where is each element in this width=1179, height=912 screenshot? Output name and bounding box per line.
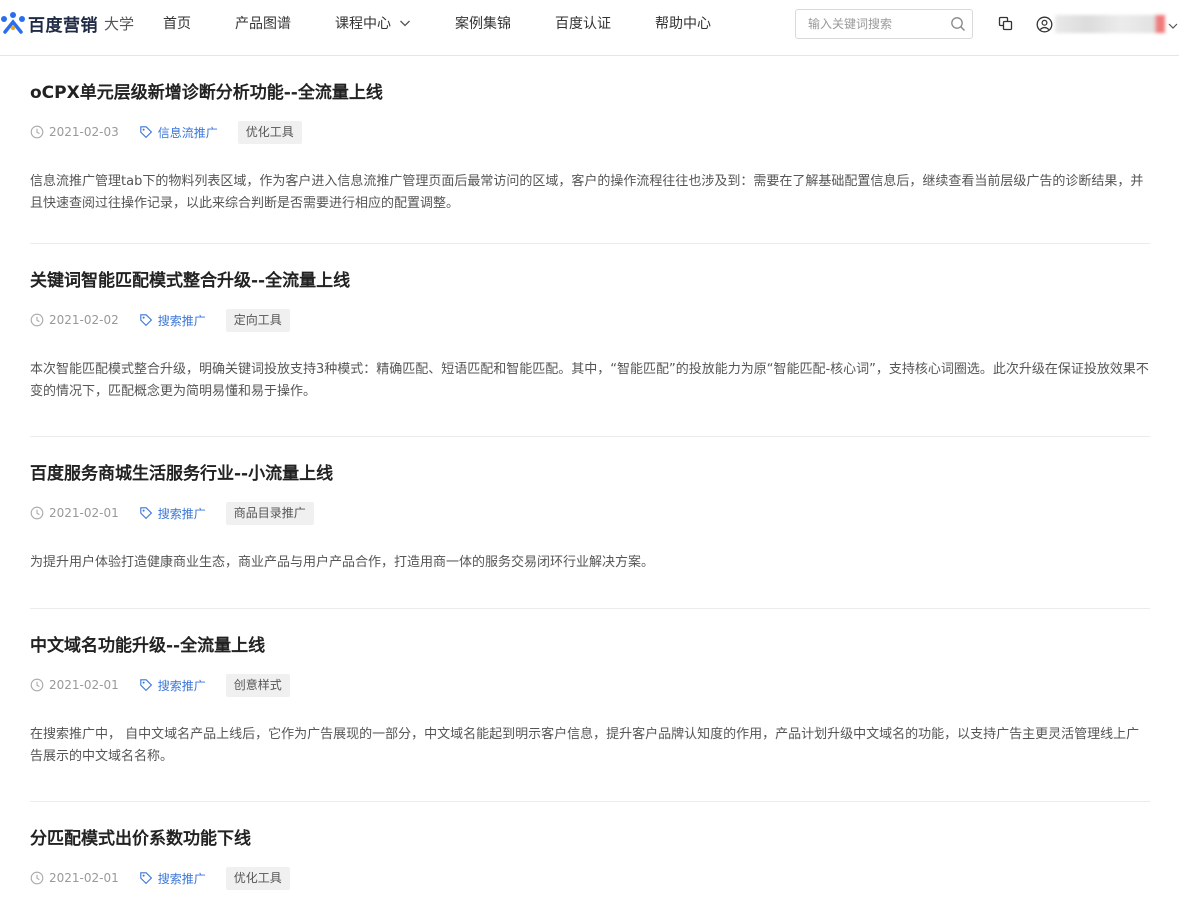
- nav-item-home[interactable]: 首页: [163, 13, 191, 33]
- article-category[interactable]: 搜索推广: [158, 677, 206, 694]
- chevron-down-icon[interactable]: [1168, 21, 1178, 31]
- article-list: oCPX单元层级新增诊断分析功能--全流量上线 2021-02-03 信息流推广…: [30, 56, 1150, 912]
- article-tag: 优化工具: [225, 866, 290, 890]
- nav-item-cases[interactable]: 案例集锦: [455, 13, 511, 33]
- clock-icon: [30, 313, 44, 327]
- article-category[interactable]: 信息流推广: [158, 124, 218, 141]
- article-date: 2021-02-01: [49, 506, 119, 520]
- site-logo[interactable]: 百度营销 大学: [0, 10, 134, 36]
- article-category[interactable]: 搜索推广: [158, 312, 206, 329]
- search-input[interactable]: [796, 10, 958, 38]
- nav-item-label: 产品图谱: [235, 16, 291, 32]
- main-nav: 首页 产品图谱 课程中心 案例集锦 百度认证 帮助中心: [163, 0, 755, 46]
- nav-item-course-center[interactable]: 课程中心: [335, 13, 411, 33]
- nav-item-label: 百度认证: [555, 16, 611, 32]
- tag-icon: [140, 507, 152, 520]
- search-box: [795, 9, 973, 39]
- nav-item-certification[interactable]: 百度认证: [555, 13, 611, 33]
- tag-icon: [140, 679, 152, 692]
- clock-icon: [30, 678, 44, 692]
- article-title[interactable]: 关键词智能匹配模式整合升级--全流量上线: [30, 270, 350, 292]
- article-item: 百度服务商城生活服务行业--小流量上线 2021-02-01 搜索推广 商品目录…: [30, 437, 1150, 609]
- nav-item-label: 课程中心: [335, 16, 391, 32]
- nav-item-label: 帮助中心: [655, 16, 711, 32]
- article-summary: 在搜索推广中， 自中文域名产品上线后，它作为广告展现的一部分，中文域名能起到明示…: [30, 727, 1140, 764]
- article-meta: 2021-02-03 信息流推广 优化工具: [30, 120, 302, 144]
- tag-icon: [140, 872, 152, 885]
- chevron-down-icon: [400, 20, 410, 27]
- article-date: 2021-02-01: [49, 871, 119, 885]
- article-title[interactable]: 中文域名功能升级--全流量上线: [30, 635, 265, 657]
- nav-item-label: 首页: [163, 16, 191, 32]
- article-item: 关键词智能匹配模式整合升级--全流量上线 2021-02-02 搜索推广 定向工…: [30, 244, 1150, 437]
- article-tag: 定向工具: [225, 308, 290, 332]
- clock-icon: [30, 125, 44, 139]
- clock-icon: [30, 871, 44, 885]
- search-icon[interactable]: [950, 16, 966, 32]
- logo-text: 百度营销: [28, 15, 98, 36]
- article-tag: 创意样式: [225, 673, 290, 697]
- article-title[interactable]: 分匹配模式出价系数功能下线: [30, 828, 251, 850]
- article-title[interactable]: 百度服务商城生活服务行业--小流量上线: [30, 463, 333, 485]
- article-meta: 2021-02-02 搜索推广 定向工具: [30, 308, 290, 332]
- article-tag: 商品目录推广: [225, 501, 314, 525]
- copy-icon[interactable]: [997, 15, 1014, 32]
- user-avatar-icon[interactable]: [1036, 16, 1053, 33]
- article-item: 分匹配模式出价系数功能下线 2021-02-01 搜索推广 优化工具: [30, 802, 1150, 912]
- tag-icon: [140, 314, 152, 327]
- article-title[interactable]: oCPX单元层级新增诊断分析功能--全流量上线: [30, 82, 383, 104]
- article-summary: 信息流推广管理tab下的物料列表区域，作为客户进入信息流推广管理页面后最常访问的…: [30, 174, 1144, 211]
- logo-subtitle: 大学: [104, 14, 135, 33]
- article-summary: 为提升用户体验打造健康商业生态，商业产品与用户产品合作，打造用商一体的服务交易闭…: [30, 555, 655, 570]
- nav-item-label: 案例集锦: [455, 16, 511, 32]
- article-item: 中文域名功能升级--全流量上线 2021-02-01 搜索推广 创意样式 在搜索…: [30, 609, 1150, 802]
- article-meta: 2021-02-01 搜索推广 优化工具: [30, 866, 290, 890]
- tag-icon: [140, 126, 152, 139]
- article-item: oCPX单元层级新增诊断分析功能--全流量上线 2021-02-03 信息流推广…: [30, 56, 1150, 244]
- baidu-logo-icon: [1, 12, 25, 34]
- user-name-blurred[interactable]: [1055, 15, 1165, 33]
- article-date: 2021-02-01: [49, 678, 119, 692]
- article-category[interactable]: 搜索推广: [158, 505, 206, 522]
- article-summary: 本次智能匹配模式整合升级，明确关键词投放支持3种模式：精确匹配、短语匹配和智能匹…: [30, 362, 1149, 399]
- article-date: 2021-02-03: [49, 125, 119, 139]
- nav-item-help-center[interactable]: 帮助中心: [655, 13, 711, 33]
- article-category[interactable]: 搜索推广: [158, 870, 206, 887]
- article-tag: 优化工具: [237, 120, 302, 144]
- clock-icon: [30, 506, 44, 520]
- nav-item-product-map[interactable]: 产品图谱: [235, 13, 291, 33]
- article-meta: 2021-02-01 搜索推广 商品目录推广: [30, 501, 314, 525]
- top-header: 百度营销 大学 首页 产品图谱 课程中心 案例集锦 百度认证 帮助中心: [0, 0, 1179, 56]
- article-date: 2021-02-02: [49, 313, 119, 327]
- article-meta: 2021-02-01 搜索推广 创意样式: [30, 673, 290, 697]
